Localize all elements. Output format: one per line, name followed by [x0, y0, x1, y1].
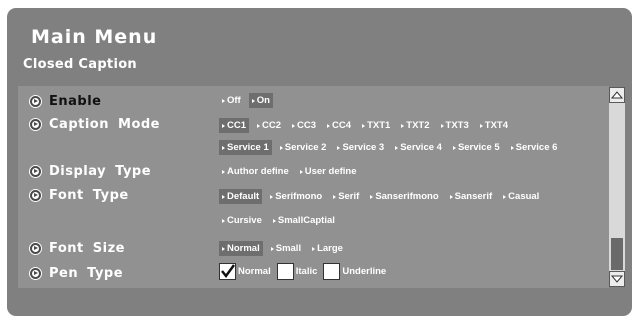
menu-item-label: Pen Type [49, 266, 124, 281]
option-service-2[interactable]: Service 2 [277, 140, 330, 155]
menu-item-label: Display Type [49, 164, 152, 179]
option-txt2[interactable]: TXT2 [398, 118, 432, 133]
arrow-right-icon [401, 123, 405, 128]
arrow-right-icon [327, 123, 331, 128]
scroll-thumb[interactable] [611, 238, 623, 270]
arrow-right-icon [333, 194, 337, 199]
option-author-define[interactable]: Author define [219, 164, 292, 179]
option-cc4[interactable]: CC4 [324, 118, 354, 133]
option-cc2[interactable]: CC2 [254, 118, 284, 133]
arrow-right-icon [222, 246, 225, 251]
option-small[interactable]: Small [268, 241, 304, 256]
option-cc1[interactable]: CC1 [219, 118, 250, 133]
bullet-icon [30, 268, 41, 279]
font-type-options: Default Serifmono Serif Sanserifmono San… [219, 189, 547, 204]
menu-item-caption-mode[interactable]: Caption Mode [30, 117, 160, 132]
option-serif[interactable]: Serif [330, 189, 362, 204]
section-title: Closed Caption [23, 57, 137, 72]
arrow-right-icon [292, 123, 296, 128]
arrow-right-icon [270, 246, 274, 251]
menu-item-font-size[interactable]: Font Size [30, 241, 125, 256]
triangle-up-icon [611, 91, 623, 99]
display-type-options: Author define User define [219, 164, 365, 179]
arrow-right-icon [479, 123, 483, 128]
checkbox-checked-icon [219, 263, 236, 280]
scrollbar[interactable] [609, 87, 625, 287]
arrow-right-icon [279, 145, 283, 150]
bullet-icon [30, 190, 41, 201]
bullet-icon [30, 243, 41, 254]
checkbox-italic[interactable]: Italic [276, 263, 317, 280]
menu-item-display-type[interactable]: Display Type [30, 164, 151, 179]
scroll-down-button[interactable] [609, 271, 625, 287]
arrow-right-icon [222, 123, 225, 128]
arrow-right-icon [370, 194, 374, 199]
arrow-right-icon [222, 218, 225, 223]
option-normal[interactable]: Normal [219, 241, 263, 256]
triangle-down-icon [611, 275, 623, 283]
option-txt4[interactable]: TXT4 [477, 118, 511, 133]
menu-item-label: Enable [49, 94, 102, 109]
arrow-right-icon [452, 145, 456, 150]
font-size-options: Normal Small Large [219, 241, 351, 256]
option-cursive[interactable]: Cursive [219, 213, 265, 228]
option-on[interactable]: On [248, 93, 273, 108]
arrow-right-icon [510, 145, 514, 150]
page-title: Main Menu [31, 26, 158, 48]
checkbox-underline[interactable]: Underline [323, 263, 386, 280]
bullet-icon [30, 96, 41, 107]
option-service-3[interactable]: Service 3 [334, 140, 387, 155]
option-default[interactable]: Default [219, 189, 263, 204]
option-service-5[interactable]: Service 5 [450, 140, 503, 155]
arrow-right-icon [312, 246, 316, 251]
arrow-right-icon [395, 145, 399, 150]
arrow-right-icon [270, 194, 274, 199]
arrow-right-icon [449, 194, 453, 199]
arrow-right-icon [257, 123, 261, 128]
caption-mode-options: CC1 CC2 CC3 CC4 TXT1 TXT2 TXT3 TXT4 [219, 118, 516, 133]
option-sanserif[interactable]: Sanserif [447, 189, 496, 204]
menu-item-enable[interactable]: Enable [30, 94, 102, 109]
option-service-1[interactable]: Service 1 [219, 140, 272, 155]
arrow-right-icon [222, 98, 225, 103]
arrow-right-icon [222, 169, 225, 174]
arrow-right-icon [440, 123, 444, 128]
menu-item-label: Font Type [49, 188, 129, 203]
arrow-right-icon [222, 194, 225, 199]
arrow-right-icon [503, 194, 507, 199]
option-sanserifmono[interactable]: Sanserifmono [367, 189, 441, 204]
menu-item-font-type[interactable]: Font Type [30, 188, 129, 203]
option-cc3[interactable]: CC3 [289, 118, 319, 133]
option-user-define[interactable]: User define [297, 164, 360, 179]
arrow-right-icon [251, 98, 255, 103]
pen-type-options: Normal Italic Underline [219, 263, 392, 280]
caption-service-options: Service 1 Service 2 Service 3 Service 4 … [219, 140, 560, 155]
option-serifmono[interactable]: Serifmono [267, 189, 325, 204]
option-casual[interactable]: Casual [500, 189, 542, 204]
enable-options: Off On [219, 93, 278, 108]
option-large[interactable]: Large [309, 241, 346, 256]
menu-item-pen-type[interactable]: Pen Type [30, 266, 123, 281]
font-type-options-2: Cursive SmallCaptial [219, 213, 343, 228]
arrow-right-icon [337, 145, 341, 150]
option-service-4[interactable]: Service 4 [392, 140, 445, 155]
option-txt1[interactable]: TXT1 [359, 118, 393, 133]
scroll-up-button[interactable] [609, 87, 625, 103]
checkbox-icon [323, 263, 341, 280]
checkbox-normal[interactable]: Normal [219, 263, 271, 280]
option-service-6[interactable]: Service 6 [508, 140, 561, 155]
checkbox-icon [276, 263, 294, 280]
arrow-right-icon [272, 218, 276, 223]
arrow-right-icon [222, 145, 225, 150]
option-off[interactable]: Off [219, 93, 244, 108]
option-txt3[interactable]: TXT3 [438, 118, 472, 133]
option-smallcaptial[interactable]: SmallCaptial [270, 213, 338, 228]
bullet-icon [30, 166, 41, 177]
arrow-right-icon [299, 169, 303, 174]
arrow-right-icon [362, 123, 366, 128]
menu-item-label: Caption Mode [49, 117, 160, 132]
menu-item-label: Font Size [49, 241, 125, 256]
bullet-icon [30, 119, 41, 130]
